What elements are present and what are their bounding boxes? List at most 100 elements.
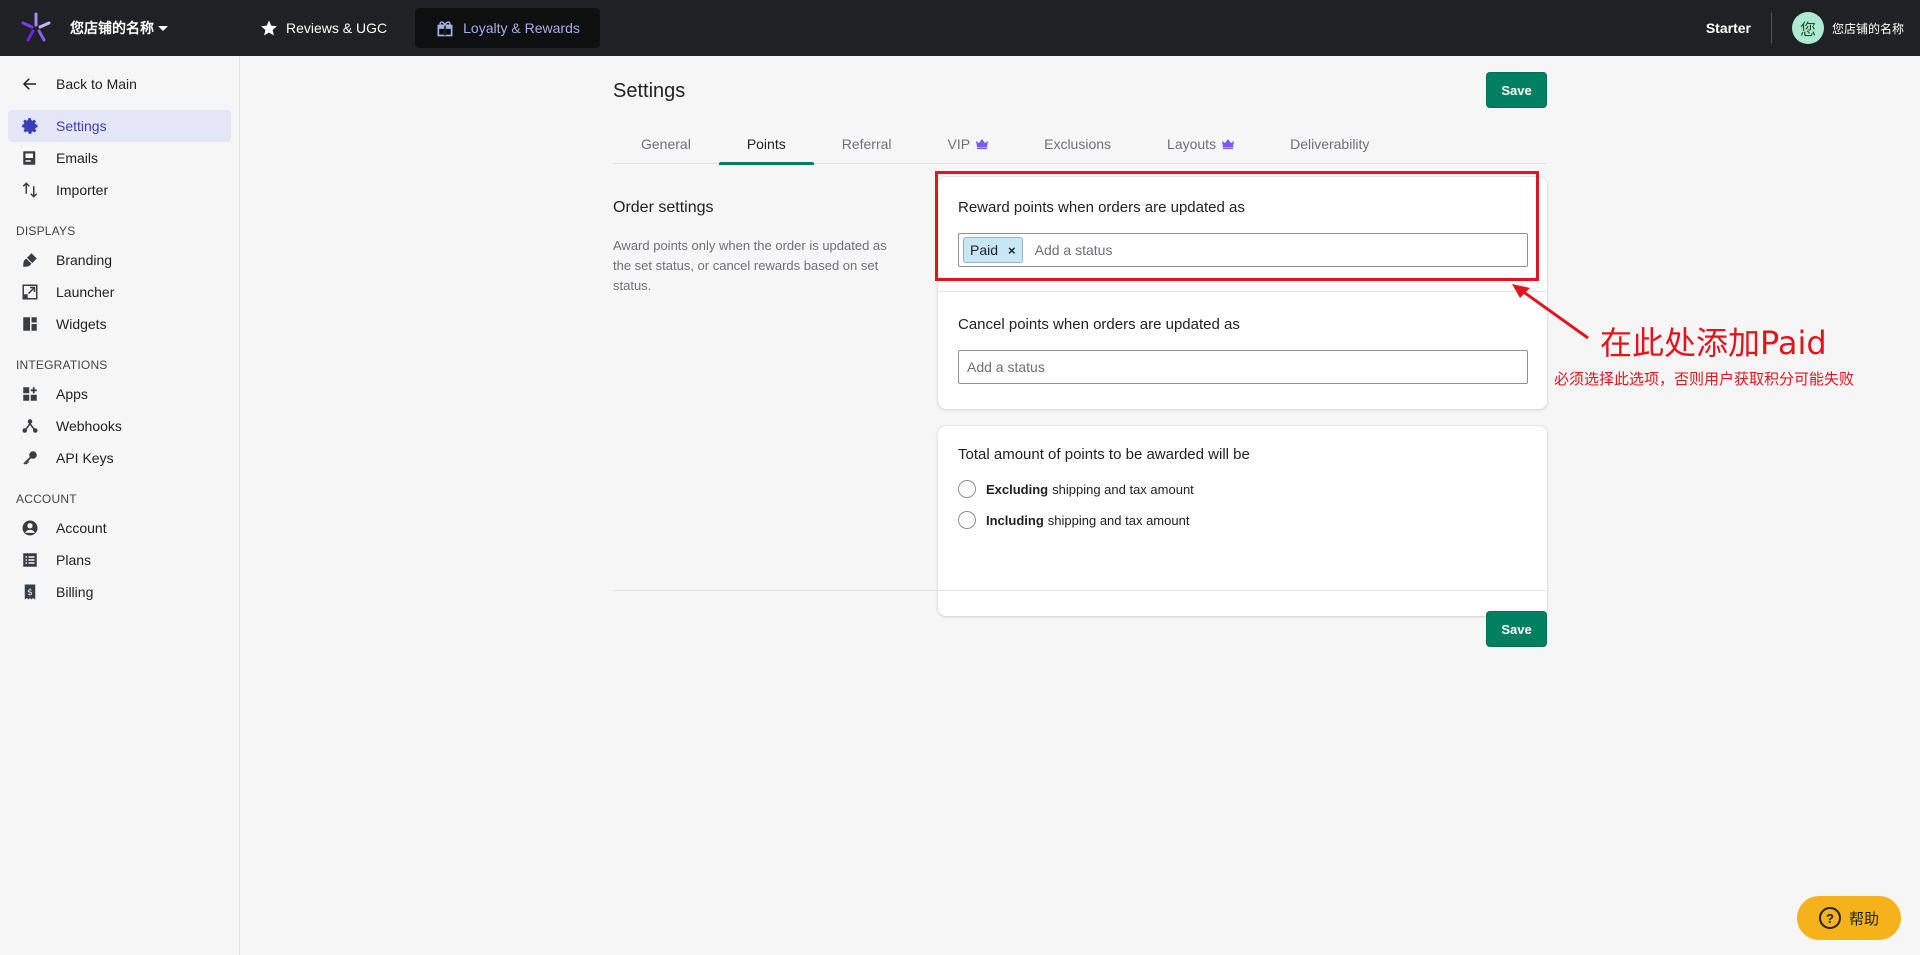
radio-button[interactable] xyxy=(958,511,976,529)
help-button[interactable]: ? 帮助 xyxy=(1797,896,1901,940)
help-label: 帮助 xyxy=(1848,910,1879,928)
avatar[interactable]: 您 xyxy=(1791,12,1824,44)
page-title: Settings xyxy=(613,80,686,102)
receipt-icon: $ xyxy=(20,582,40,602)
save-button[interactable]: Save xyxy=(1486,72,1547,108)
sidebar-item-apps[interactable]: Apps xyxy=(8,378,231,410)
user-name[interactable]: 您店铺的名称 xyxy=(1832,20,1904,37)
caret-down-icon xyxy=(158,25,168,31)
nav-tab-loyalty[interactable]: Loyalty & Rewards xyxy=(415,8,600,48)
apps-icon xyxy=(20,384,40,404)
app-logo-icon[interactable] xyxy=(18,10,54,46)
sidebar-item-label: Account xyxy=(56,520,107,536)
sidebar-item-account[interactable]: Account xyxy=(8,512,231,544)
tab-label: Deliverability xyxy=(1290,136,1370,152)
widgets-icon xyxy=(20,314,40,334)
sidebar-item-plans[interactable]: Plans xyxy=(8,544,231,576)
sidebar-item-label: Branding xyxy=(56,252,113,268)
tab-label: General xyxy=(641,136,691,152)
sidebar-item-branding[interactable]: Branding xyxy=(8,244,231,276)
sidebar-item-label: Webhooks xyxy=(56,418,122,434)
cancel-status-input[interactable]: Add a status xyxy=(958,350,1528,384)
radio-button[interactable] xyxy=(958,480,976,498)
sidebar-item-billing[interactable]: $ Billing xyxy=(8,576,231,608)
section-description: Award points only when the order is upda… xyxy=(613,238,887,293)
tab-points[interactable]: Points xyxy=(718,124,814,165)
sidebar-item-label: Launcher xyxy=(56,284,115,300)
topbar-right: Starter 您 您店铺的名称 xyxy=(1706,0,1904,56)
tab-label: Points xyxy=(746,136,786,152)
sidebar-item-label: Plans xyxy=(56,552,92,568)
divider xyxy=(938,291,1547,292)
sidebar-item-label: Settings xyxy=(56,118,107,134)
svg-text:$: $ xyxy=(27,588,33,598)
tab-label: Layouts xyxy=(1167,136,1217,152)
annotation-arrow-icon xyxy=(1512,284,1589,340)
brush-icon xyxy=(20,250,40,270)
back-to-main-link[interactable]: Back to Main xyxy=(8,68,231,100)
nav-tab-reviews[interactable]: Reviews & UGC xyxy=(240,8,407,48)
import-icon xyxy=(20,180,40,200)
arrow-left-icon xyxy=(20,74,40,94)
sidebar-heading-displays: DISPLAYS xyxy=(16,224,76,238)
sidebar-item-label: Billing xyxy=(56,584,94,600)
sidebar-item-emails[interactable]: Emails xyxy=(8,142,231,174)
gear-icon xyxy=(20,116,40,136)
cancel-status-label: Cancel points when orders are updated as xyxy=(958,316,1240,333)
webhook-icon xyxy=(20,416,40,436)
option-including[interactable]: Including shipping and tax amount xyxy=(958,511,1189,529)
tab-vip[interactable]: VIP xyxy=(920,124,1017,164)
sidebar-heading-integrations: INTEGRATIONS xyxy=(16,358,108,372)
tab-label: VIP xyxy=(947,136,971,152)
list-icon xyxy=(20,550,40,570)
option-text: shipping and tax amount xyxy=(1047,512,1190,528)
sidebar-item-label: Back to Main xyxy=(56,76,137,92)
tab-deliverability[interactable]: Deliverability xyxy=(1262,124,1397,164)
launcher-icon xyxy=(20,282,40,302)
email-icon xyxy=(20,148,40,168)
crown-icon xyxy=(976,139,989,149)
tab-label: Referral xyxy=(841,136,892,152)
nav-tab-label: Reviews & UGC xyxy=(286,20,388,36)
annotation-title: 在此处添加Paid xyxy=(1600,324,1827,362)
sidebar-item-settings[interactable]: Settings xyxy=(8,110,231,142)
key-icon xyxy=(20,448,40,468)
top-bar: 您店铺的名称 Reviews & UGC Loyalty & Rewards S… xyxy=(0,0,1920,56)
sidebar-item-webhooks[interactable]: Webhooks xyxy=(8,410,231,442)
store-name: 您店铺的名称 xyxy=(70,20,154,36)
sidebar-item-label: API Keys xyxy=(56,450,114,466)
tab-referral[interactable]: Referral xyxy=(814,124,920,164)
question-icon: ? xyxy=(1818,907,1841,929)
tab-label: Exclusions xyxy=(1044,136,1112,152)
star-icon xyxy=(261,20,277,36)
option-bold: Including xyxy=(986,512,1044,528)
sidebar-item-widgets[interactable]: Widgets xyxy=(8,308,231,340)
sidebar-heading-account: ACCOUNT xyxy=(16,492,77,506)
divider xyxy=(613,590,1547,591)
gift-icon xyxy=(437,21,453,37)
sidebar-item-label: Emails xyxy=(56,150,99,166)
sidebar-item-importer[interactable]: Importer xyxy=(8,174,231,206)
settings-tabs: General Points Referral VIP Exclusions L… xyxy=(613,124,1547,165)
annotation-note: 必须选择此选项，否则用户获取积分可能失败 xyxy=(1554,370,1855,388)
cancel-status-placeholder[interactable]: Add a status xyxy=(963,359,1045,375)
tab-general[interactable]: General xyxy=(613,124,719,164)
store-switcher[interactable]: 您店铺的名称 xyxy=(70,18,168,38)
crown-icon xyxy=(1222,139,1235,149)
option-bold: Excluding xyxy=(986,481,1049,497)
user-icon xyxy=(20,518,40,538)
tab-exclusions[interactable]: Exclusions xyxy=(1016,124,1139,164)
save-button-bottom[interactable]: Save xyxy=(1486,611,1547,647)
total-points-label: Total amount of points to be awarded wil… xyxy=(958,446,1250,463)
sidebar-item-label: Importer xyxy=(56,182,109,198)
plan-label[interactable]: Starter xyxy=(1706,20,1751,36)
sidebar-item-label: Apps xyxy=(56,386,88,402)
section-title: Order settings xyxy=(613,199,714,216)
sidebar-item-launcher[interactable]: Launcher xyxy=(8,276,231,308)
divider xyxy=(1770,13,1772,43)
sidebar-item-api-keys[interactable]: API Keys xyxy=(8,442,231,474)
option-excluding[interactable]: Excluding shipping and tax amount xyxy=(958,480,1194,498)
sidebar: Back to Main Settings Emails Importer DI… xyxy=(0,56,240,955)
tab-layouts[interactable]: Layouts xyxy=(1139,124,1262,164)
sidebar-item-label: Widgets xyxy=(56,316,107,332)
